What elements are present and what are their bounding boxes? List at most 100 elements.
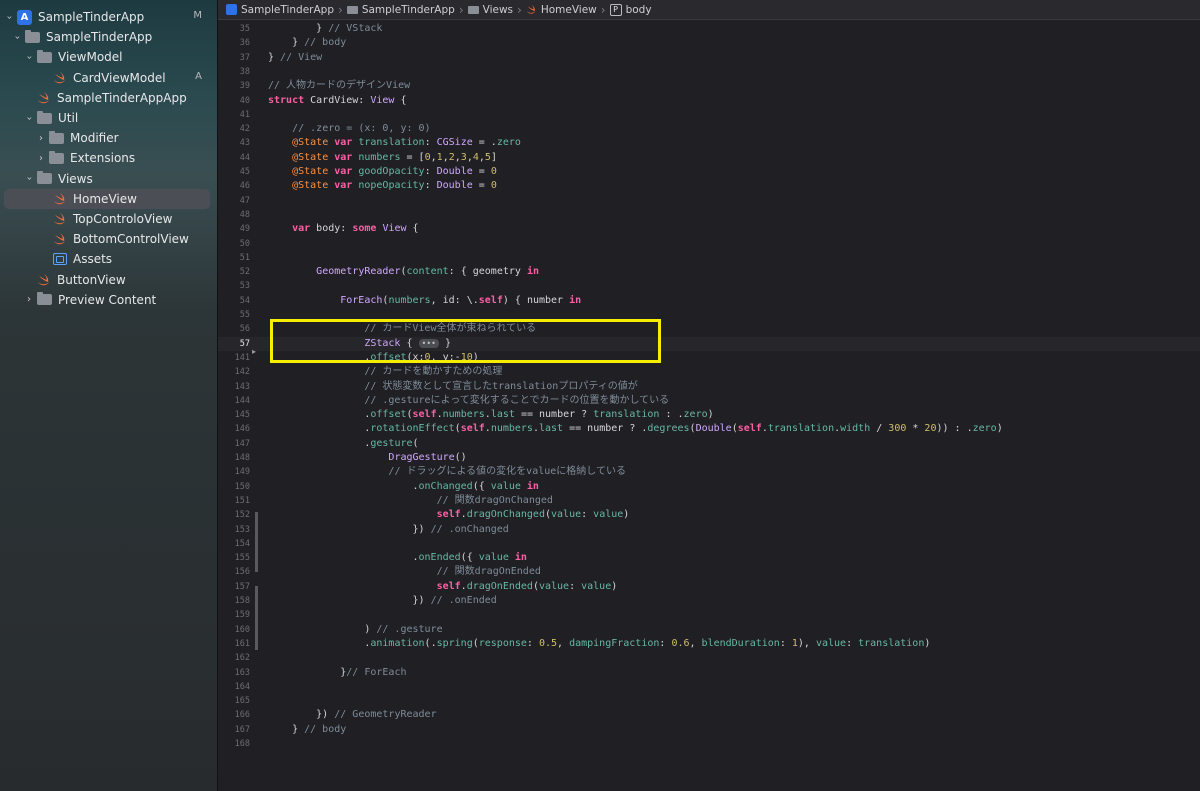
code-line[interactable]: 146 .rotationEffect(self.numbers.last ==… xyxy=(218,422,1200,436)
code-text: } // body xyxy=(268,37,347,49)
code-line[interactable]: 37} // View xyxy=(218,51,1200,65)
chevron-down-icon[interactable]: › xyxy=(24,173,35,184)
chevron-down-icon[interactable]: › xyxy=(12,32,23,43)
code-line[interactable]: 38 xyxy=(218,65,1200,79)
code-line[interactable]: 150 .onChanged({ value in xyxy=(218,480,1200,494)
code-line[interactable]: 36 } // body xyxy=(218,36,1200,50)
sidebar-item-viewmodel[interactable]: › ViewModel xyxy=(0,47,217,67)
chevron-right-icon: › xyxy=(458,2,464,17)
chevron-right-icon[interactable]: › xyxy=(36,153,46,164)
code-line[interactable]: 55 xyxy=(218,308,1200,322)
sidebar-item-sampletinderapp[interactable]: › A SampleTinderApp M xyxy=(0,7,217,27)
code-line[interactable]: 162 xyxy=(218,651,1200,665)
jump-bar-crumb-group[interactable]: SampleTinderApp xyxy=(346,4,455,16)
sidebar-item-cardviewmodel[interactable]: CardViewModel A xyxy=(0,68,217,88)
project-icon: A xyxy=(17,9,32,25)
sidebar-item-buttonview[interactable]: ButtonView xyxy=(0,270,217,290)
sidebar-item-bottomcontrolview[interactable]: BottomControlView xyxy=(0,229,217,249)
jump-bar-crumb-symbol[interactable]: P body xyxy=(609,3,652,16)
line-number: 35 xyxy=(239,24,250,34)
jump-bar-crumb-views[interactable]: Views xyxy=(467,4,513,16)
code-text: }) // .onEnded xyxy=(268,595,497,606)
line-number: 40 xyxy=(239,95,250,106)
code-line[interactable]: 49 var body: some View { xyxy=(218,222,1200,236)
code-line[interactable]: 154 xyxy=(218,537,1200,551)
code-line[interactable]: 143 // 状態変数として宣言したtranslationプロパティの値が xyxy=(218,380,1200,394)
code-line[interactable]: 165 xyxy=(218,694,1200,708)
code-line[interactable]: 145 .offset(self.numbers.last == number … xyxy=(218,408,1200,422)
code-line[interactable]: 164 xyxy=(218,680,1200,694)
line-number: 168 xyxy=(234,739,250,749)
code-line[interactable]: 147 .gesture( xyxy=(218,437,1200,451)
code-line[interactable]: 54 ForEach(numbers, id: \.self) { number… xyxy=(218,294,1200,308)
sidebar-item-label: Modifier xyxy=(70,131,119,146)
code-line[interactable]: 160 ) // .gesture xyxy=(218,623,1200,637)
code-text: ZStack { ••• } xyxy=(364,337,452,349)
code-line[interactable]: 163 }// ForEach xyxy=(218,666,1200,680)
chevron-right-icon[interactable]: › xyxy=(36,133,46,144)
sidebar-item-homeview[interactable]: HomeView xyxy=(0,188,217,209)
code-line[interactable]: 141 .offset(x:0, y:-10) xyxy=(218,351,1200,365)
code-line[interactable]: 167 } // body xyxy=(218,723,1200,737)
code-line[interactable]: 56 // カードView全体が束ねられている xyxy=(218,322,1200,336)
sidebar-item-views[interactable]: › Views xyxy=(0,169,217,189)
chevron-down-icon[interactable]: › xyxy=(24,113,35,124)
code-line[interactable]: 45 @State var goodOpacity: Double = 0 xyxy=(218,165,1200,179)
code-line[interactable]: 158 }) // .onEnded xyxy=(218,594,1200,608)
code-line[interactable]: 168 xyxy=(218,737,1200,751)
code-editor[interactable]: 35 } // VStack 36 } // body 37} // View 38 3… xyxy=(218,20,1200,791)
line-number: 160 xyxy=(234,624,250,635)
sidebar-item-modifier[interactable]: › Modifier xyxy=(0,128,217,148)
code-line[interactable]: 39 // 人物カードのデザインView xyxy=(218,79,1200,93)
code-line[interactable]: 47 xyxy=(218,194,1200,208)
sidebar-item-label: Assets xyxy=(73,252,113,267)
sidebar-item-assets[interactable]: Assets xyxy=(0,249,217,269)
sidebar-item-sampletinderappapp[interactable]: SampleTinderAppApp xyxy=(0,88,217,108)
code-line[interactable]: 142 // カードを動かすための処理 xyxy=(218,365,1200,379)
sidebar-item-sampletinderapp[interactable]: › SampleTinderApp xyxy=(0,27,217,47)
code-text: } // VStack xyxy=(268,23,383,34)
code-line[interactable]: 51 xyxy=(218,251,1200,265)
fold-arrow-icon[interactable]: ▸ xyxy=(252,347,256,356)
sidebar-item-preview-content[interactable]: › Preview Content xyxy=(0,290,217,310)
code-line[interactable]: 35 } // VStack xyxy=(218,22,1200,36)
line-number: 148 xyxy=(234,453,250,463)
line-number: 56 xyxy=(239,324,250,335)
code-line[interactable]: 148 DragGesture() xyxy=(218,451,1200,465)
code-line[interactable]: 157 self.dragOnEnded(value: value) xyxy=(218,580,1200,594)
sidebar-item-topcontroloview[interactable]: TopControloView xyxy=(0,209,217,229)
code-line[interactable]: 48 xyxy=(218,208,1200,222)
code-line[interactable]: 151 // 関数dragOnChanged xyxy=(218,494,1200,508)
code-line[interactable]: 44 @State var numbers = [0,1,2,3,4,5] xyxy=(218,151,1200,165)
sidebar-item-extensions[interactable]: › Extensions xyxy=(0,148,217,168)
code-line[interactable]: 57 ZStack { ••• } xyxy=(218,336,1200,351)
code-line[interactable]: 53 xyxy=(218,279,1200,293)
sidebar-item-util[interactable]: › Util xyxy=(0,108,217,128)
jump-bar-crumb-file[interactable]: HomeView xyxy=(526,4,597,16)
code-line[interactable]: 152 self.dragOnChanged(value: value) xyxy=(218,508,1200,522)
code-line[interactable]: 153 }) // .onChanged xyxy=(218,523,1200,537)
code-line[interactable]: 159 xyxy=(218,608,1200,622)
code-line[interactable]: 40 struct CardView: View { xyxy=(218,94,1200,108)
code-line[interactable]: 156 // 関数dragOnEnded xyxy=(218,565,1200,579)
code-line[interactable]: 149 // ドラッグによる値の変化をvalueに格納している xyxy=(218,465,1200,479)
jump-bar-crumb-project[interactable]: SampleTinderApp xyxy=(226,4,334,16)
line-number: 55 xyxy=(239,310,250,320)
line-number: 141 xyxy=(234,352,250,363)
code-line[interactable]: 161 .animation(.spring(response: 0.5, da… xyxy=(218,637,1200,651)
code-line[interactable]: 50 xyxy=(218,237,1200,251)
line-number: 48 xyxy=(239,209,250,220)
code-line[interactable]: 52 GeometryReader(content: { geometry in xyxy=(218,265,1200,279)
code-line[interactable]: 42 // .zero = (x: 0, y: 0) xyxy=(218,122,1200,136)
code-line[interactable]: 41 xyxy=(218,108,1200,122)
chevron-down-icon[interactable]: › xyxy=(24,52,35,63)
code-line[interactable]: 155 .onEnded({ value in xyxy=(218,551,1200,565)
chevron-right-icon[interactable]: › xyxy=(24,294,34,305)
code-line[interactable]: 43 @State var translation: CGSize = .zer… xyxy=(218,136,1200,150)
chevron-down-icon[interactable]: › xyxy=(4,12,15,23)
code-line[interactable]: 166 }) // GeometryReader xyxy=(218,708,1200,722)
change-indicator xyxy=(255,512,258,572)
code-line[interactable]: 144 // .gestureによって変化することでカードの位置を動かしている xyxy=(218,394,1200,408)
sidebar-item-label: TopControloView xyxy=(73,212,173,226)
code-line[interactable]: 46 @State var nopeOpacity: Double = 0 xyxy=(218,179,1200,193)
